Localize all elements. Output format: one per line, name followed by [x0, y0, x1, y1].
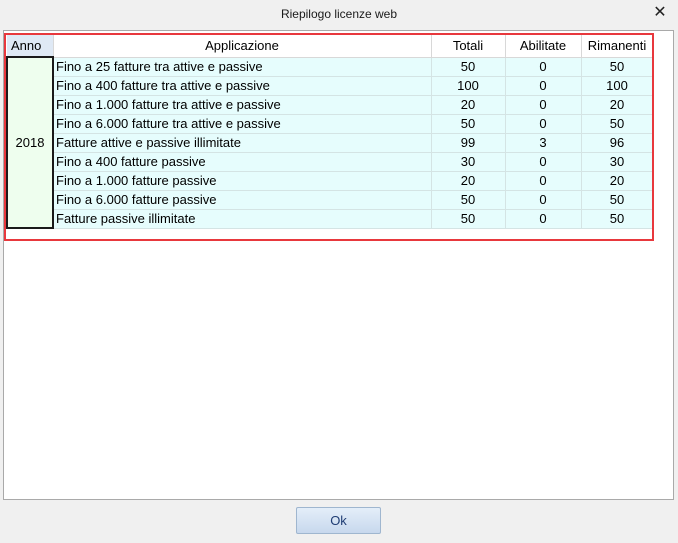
- abilitate-cell[interactable]: 0: [505, 152, 582, 172]
- table-row[interactable]: Fino a 400 fatture tra attive e passive …: [7, 76, 654, 96]
- abilitate-cell[interactable]: 0: [505, 209, 582, 229]
- totali-cell[interactable]: 20: [431, 95, 506, 115]
- app-cell[interactable]: Fino a 400 fatture passive: [53, 152, 432, 172]
- licenses-grid: Anno Applicazione Totali Abilitate Riman…: [3, 30, 674, 500]
- year-cell[interactable]: 2018: [6, 56, 54, 229]
- column-header-applicazione[interactable]: Applicazione: [53, 35, 432, 58]
- rimanenti-cell[interactable]: 100: [581, 76, 654, 96]
- title-bar: Riepilogo licenze web ✕: [0, 0, 678, 30]
- rimanenti-cell[interactable]: 50: [581, 209, 654, 229]
- totali-cell[interactable]: 100: [431, 76, 506, 96]
- table-row[interactable]: Fino a 6.000 fatture passive 50 0 50: [7, 190, 654, 210]
- abilitate-cell[interactable]: 0: [505, 190, 582, 210]
- app-cell[interactable]: Fatture passive illimitate: [53, 209, 432, 229]
- totali-cell[interactable]: 99: [431, 133, 506, 153]
- app-cell[interactable]: Fino a 25 fatture tra attive e passive: [53, 57, 432, 77]
- table-row[interactable]: Fatture passive illimitate 50 0 50: [7, 209, 654, 229]
- close-icon[interactable]: ✕: [650, 3, 670, 23]
- totali-cell[interactable]: 50: [431, 190, 506, 210]
- licenses-table: Anno Applicazione Totali Abilitate Riman…: [6, 35, 654, 229]
- totali-cell[interactable]: 50: [431, 114, 506, 134]
- ok-button[interactable]: Ok: [296, 507, 381, 534]
- column-header-rimanenti[interactable]: Rimanenti: [581, 35, 654, 58]
- table-row[interactable]: Fatture attive e passive illimitate 99 3…: [7, 133, 654, 153]
- abilitate-cell[interactable]: 0: [505, 114, 582, 134]
- rimanenti-cell[interactable]: 20: [581, 95, 654, 115]
- totali-cell[interactable]: 50: [431, 57, 506, 77]
- rimanenti-cell[interactable]: 30: [581, 152, 654, 172]
- rimanenti-cell[interactable]: 50: [581, 190, 654, 210]
- rimanenti-cell[interactable]: 20: [581, 171, 654, 191]
- app-cell[interactable]: Fino a 6.000 fatture tra attive e passiv…: [53, 114, 432, 134]
- totali-cell[interactable]: 20: [431, 171, 506, 191]
- table-row[interactable]: 2018 Fino a 25 fatture tra attive e pass…: [6, 56, 654, 229]
- app-cell[interactable]: Fino a 400 fatture tra attive e passive: [53, 76, 432, 96]
- abilitate-cell[interactable]: 0: [505, 95, 582, 115]
- app-cell[interactable]: Fino a 1.000 fatture tra attive e passiv…: [53, 95, 432, 115]
- rimanenti-cell[interactable]: 96: [581, 133, 654, 153]
- table-row[interactable]: Fino a 1.000 fatture tra attive e passiv…: [7, 95, 654, 115]
- table-row[interactable]: Fino a 6.000 fatture tra attive e passiv…: [7, 114, 654, 134]
- table-row[interactable]: Fino a 1.000 fatture passive 20 0 20: [7, 171, 654, 191]
- app-cell[interactable]: Fino a 1.000 fatture passive: [53, 171, 432, 191]
- abilitate-cell[interactable]: 3: [505, 133, 582, 153]
- column-header-anno[interactable]: Anno: [7, 35, 54, 58]
- abilitate-cell[interactable]: 0: [505, 57, 582, 77]
- app-cell[interactable]: Fatture attive e passive illimitate: [53, 133, 432, 153]
- rimanenti-cell[interactable]: 50: [581, 114, 654, 134]
- abilitate-cell[interactable]: 0: [505, 171, 582, 191]
- column-header-abilitate[interactable]: Abilitate: [505, 35, 582, 58]
- totali-cell[interactable]: 30: [431, 152, 506, 172]
- totali-cell[interactable]: 50: [431, 209, 506, 229]
- table-header-row: Anno Applicazione Totali Abilitate Riman…: [7, 35, 654, 58]
- column-header-totali[interactable]: Totali: [431, 35, 506, 58]
- table-row[interactable]: Fino a 400 fatture passive 30 0 30: [7, 152, 654, 172]
- window-title: Riepilogo licenze web: [280, 7, 398, 21]
- rimanenti-cell[interactable]: 50: [581, 57, 654, 77]
- abilitate-cell[interactable]: 0: [505, 76, 582, 96]
- app-cell[interactable]: Fino a 6.000 fatture passive: [53, 190, 432, 210]
